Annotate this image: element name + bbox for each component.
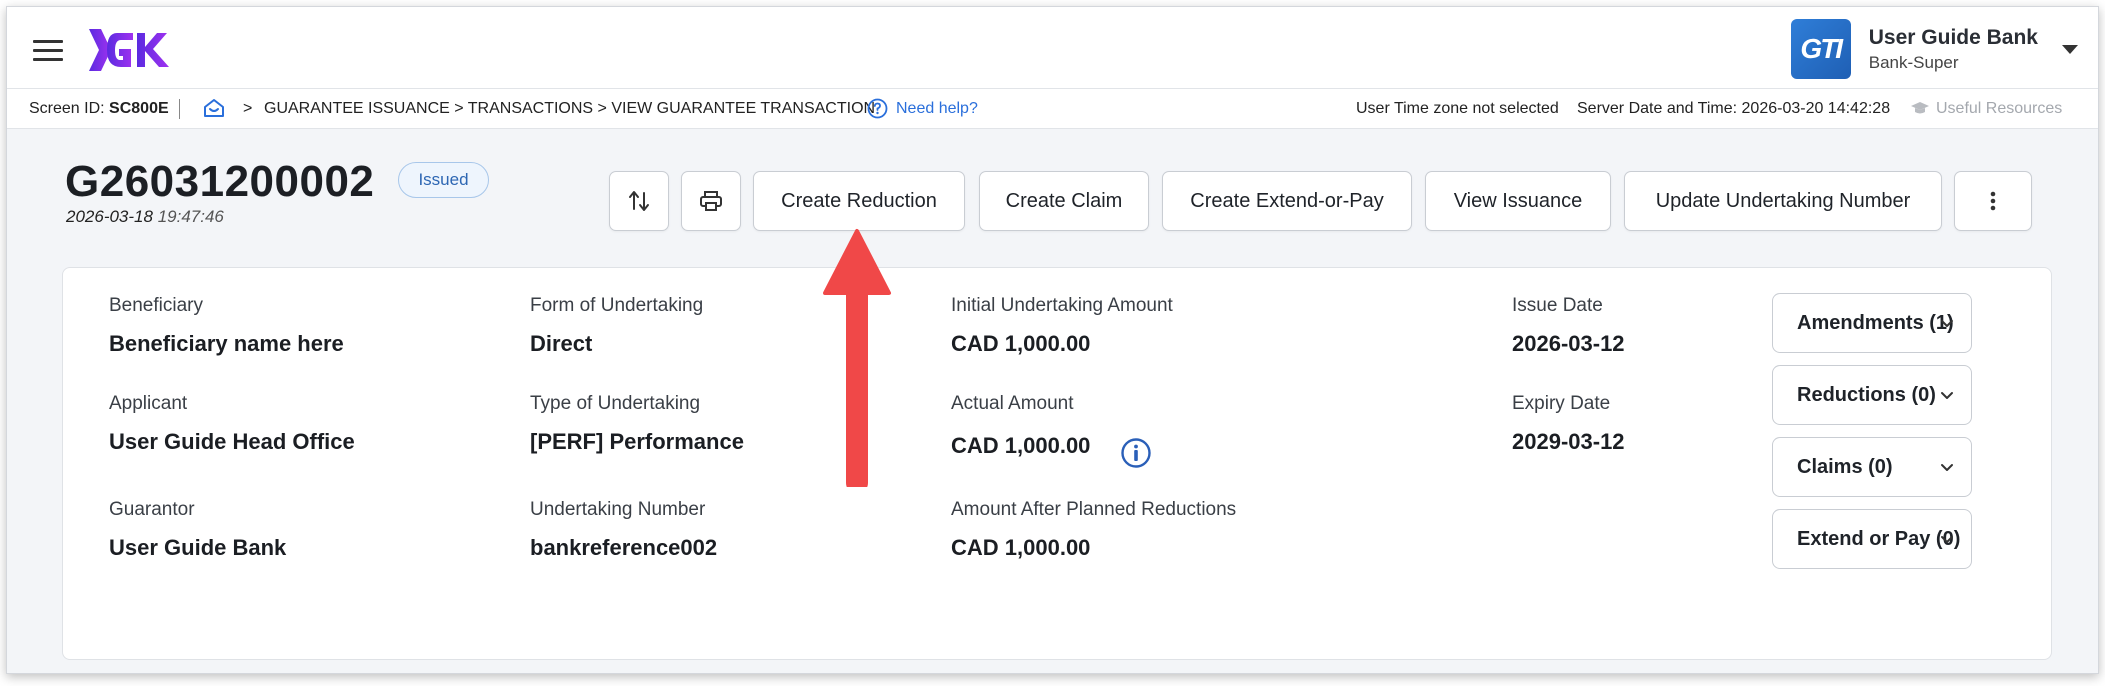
type-of-undertaking-label: Type of Undertaking	[530, 393, 701, 414]
graduation-cap-icon	[1911, 102, 1929, 114]
annotation-arrow	[823, 229, 891, 487]
beneficiary-label: Beneficiary	[109, 295, 203, 316]
planned-amount-label: Amount After Planned Reductions	[951, 499, 1237, 520]
useful-resources-link[interactable]: Useful Resources	[1936, 100, 2062, 118]
planned-amount-value: CAD 1,000.00	[951, 535, 1091, 560]
guarantor-label: Guarantor	[109, 499, 195, 520]
app-window: GTI User Guide Bank Bank-Super Screen ID…	[6, 6, 2099, 674]
transaction-datetime: 2026-03-18 19:47:46	[66, 207, 224, 227]
form-of-undertaking-value: Direct	[530, 331, 593, 356]
sort-button[interactable]	[609, 171, 669, 231]
print-icon	[700, 191, 722, 211]
reductions-label: Reductions (0)	[1797, 383, 1936, 406]
actual-amount-value: CAD 1,000.00	[951, 433, 1091, 458]
timezone-text: User Time zone not selected	[1356, 100, 1559, 117]
transaction-time: 19:47:46	[157, 207, 224, 226]
reductions-accordion[interactable]: Reductions (0)	[1772, 365, 1972, 425]
initial-amount-value: CAD 1,000.00	[951, 331, 1091, 356]
form-of-undertaking-label: Form of Undertaking	[530, 295, 704, 316]
beneficiary-value: Beneficiary name here	[109, 331, 344, 356]
applicant-label: Applicant	[109, 393, 188, 414]
bank-logo: GTI	[1790, 19, 1851, 79]
expiry-date-value: 2029-03-12	[1512, 429, 1625, 454]
user-role: Bank-Super	[1868, 52, 1959, 72]
breadcrumb-arrow: >	[243, 100, 253, 117]
amendments-accordion[interactable]: Amendments (1)	[1772, 293, 1972, 353]
applicant-value: User Guide Head Office	[109, 429, 355, 454]
chevron-down-icon	[1941, 392, 1953, 399]
screen-id-label: Screen ID:	[29, 100, 105, 117]
top-header: GTI User Guide Bank Bank-Super	[7, 7, 2098, 89]
chevron-down-icon	[1941, 464, 1953, 471]
update-undertaking-number-button[interactable]: Update Undertaking Number	[1624, 171, 1942, 231]
transaction-id: G26031200002	[65, 157, 375, 206]
breadcrumb-bar: Screen ID: SC800E > GUARANTEE ISSUANCE >…	[7, 89, 2098, 129]
issue-date-label: Issue Date	[1512, 295, 1603, 316]
server-time: Server Date and Time: 2026-03-20 14:42:2…	[1577, 100, 1891, 117]
info-icon[interactable]	[1120, 437, 1152, 469]
print-button[interactable]	[681, 171, 741, 231]
actual-amount-label: Actual Amount	[951, 393, 1074, 414]
chevron-down-icon	[1941, 320, 1953, 327]
more-vertical-icon	[1990, 191, 1996, 211]
create-claim-button[interactable]: Create Claim	[979, 171, 1149, 231]
create-reduction-button[interactable]: Create Reduction	[753, 171, 965, 231]
more-options-button[interactable]	[1954, 171, 2032, 231]
chevron-down-icon	[1941, 536, 1953, 543]
status-badge: Issued	[398, 162, 489, 198]
help-icon[interactable]	[867, 98, 888, 119]
user-menu[interactable]: GTI User Guide Bank Bank-Super	[1790, 19, 2038, 79]
hamburger-menu-icon[interactable]	[33, 40, 63, 62]
transaction-date: 2026-03-18	[66, 207, 153, 226]
undertaking-number-label: Undertaking Number	[530, 499, 706, 520]
home-icon[interactable]	[203, 98, 225, 118]
need-help-link[interactable]: Need help?	[896, 100, 978, 118]
amendments-label: Amendments (1)	[1797, 311, 1954, 334]
screen-id: Screen ID: SC800E	[29, 100, 169, 118]
undertaking-number-value: bankreference002	[530, 535, 718, 560]
issue-date-value: 2026-03-12	[1512, 331, 1625, 356]
initial-amount-label: Initial Undertaking Amount	[951, 295, 1173, 316]
divider	[179, 99, 180, 119]
claims-accordion[interactable]: Claims (0)	[1772, 437, 1972, 497]
extend-or-pay-label: Extend or Pay (0)	[1797, 527, 1961, 550]
details-card	[62, 267, 2052, 660]
gtk-logo	[89, 29, 169, 71]
user-name: User Guide Bank	[1868, 25, 2038, 49]
extend-or-pay-accordion[interactable]: Extend or Pay (0)	[1772, 509, 1972, 569]
view-issuance-button[interactable]: View Issuance	[1425, 171, 1611, 231]
caret-down-icon[interactable]	[2062, 45, 2078, 54]
type-of-undertaking-value: [PERF] Performance	[530, 429, 744, 454]
screen-id-value: SC800E	[109, 100, 169, 117]
create-extend-or-pay-button[interactable]: Create Extend-or-Pay	[1162, 171, 1412, 231]
guarantor-value: User Guide Bank	[109, 535, 287, 560]
breadcrumb-path[interactable]: GUARANTEE ISSUANCE > TRANSACTIONS > VIEW…	[264, 100, 875, 118]
swap-vertical-icon	[629, 191, 649, 211]
expiry-date-label: Expiry Date	[1512, 393, 1611, 414]
claims-label: Claims (0)	[1797, 455, 1893, 478]
